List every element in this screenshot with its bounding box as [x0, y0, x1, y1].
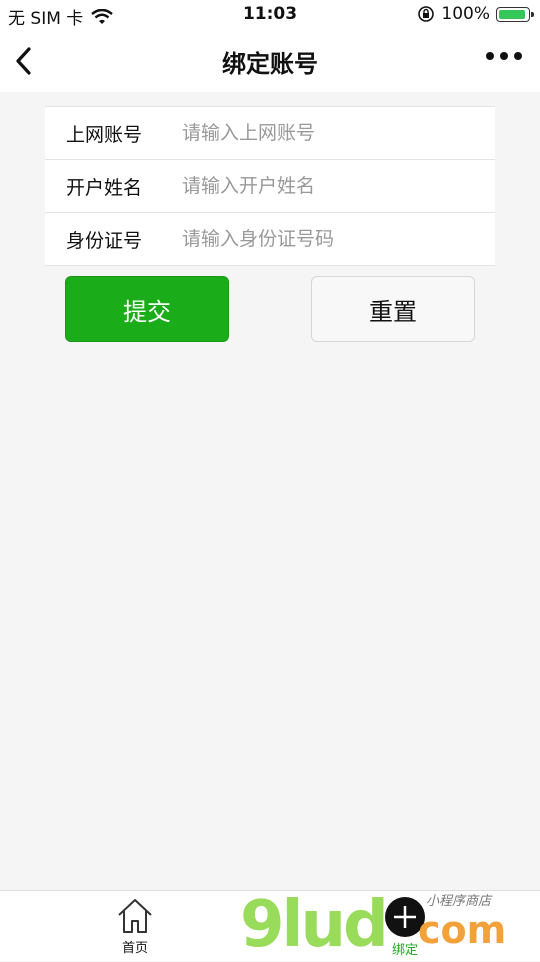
- reset-button[interactable]: 重置: [311, 276, 475, 342]
- form-row-name: 开户姓名: [45, 160, 495, 213]
- nav-bar: 绑定账号: [0, 30, 540, 92]
- account-input[interactable]: [160, 113, 495, 153]
- id-number-input[interactable]: [160, 219, 495, 259]
- plus-icon: [385, 897, 425, 937]
- more-dots-icon: [486, 52, 494, 60]
- battery-icon: [496, 6, 534, 22]
- tab-home[interactable]: 首页: [104, 897, 166, 956]
- form-row-account: 上网账号: [45, 107, 495, 160]
- form-row-id: 身份证号: [45, 213, 495, 265]
- name-input[interactable]: [160, 166, 495, 206]
- page-title: 绑定账号: [222, 50, 318, 78]
- id-number-label: 身份证号: [66, 229, 143, 252]
- status-right: 100%: [417, 4, 534, 24]
- tab-bind-label: 绑定: [391, 943, 418, 958]
- more-dot: [500, 52, 508, 60]
- home-icon: [118, 899, 152, 933]
- tab-bind[interactable]: 绑定: [380, 897, 430, 958]
- battery-percent: 100%: [441, 4, 490, 24]
- more-button[interactable]: [486, 52, 522, 60]
- account-label: 上网账号: [66, 123, 143, 146]
- more-dot: [514, 52, 522, 60]
- orientation-lock-icon: [418, 6, 435, 22]
- tab-bar: 首页 绑定: [0, 890, 540, 961]
- tab-home-label: 首页: [121, 941, 148, 956]
- name-label: 开户姓名: [66, 176, 143, 199]
- status-bar: 无 SIM 卡 11:03 100%: [0, 0, 540, 30]
- submit-button[interactable]: 提交: [65, 276, 229, 342]
- bind-account-form: 上网账号 开户姓名 身份证号: [45, 106, 495, 266]
